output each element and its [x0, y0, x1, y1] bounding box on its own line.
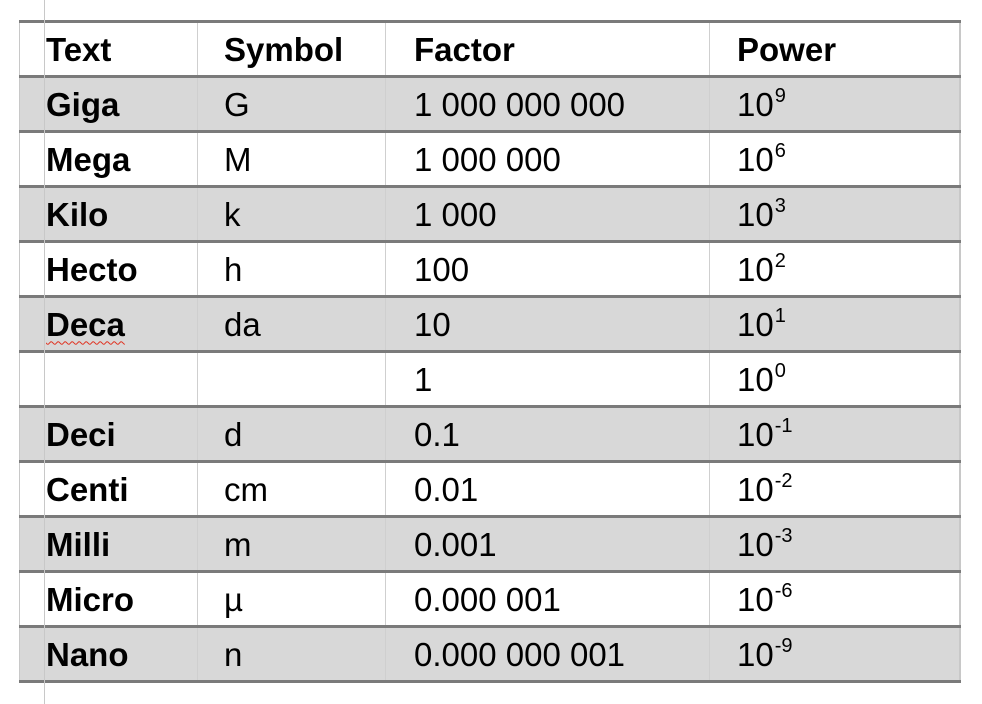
power-exponent: -9	[774, 634, 793, 657]
cell-text[interactable]: Deca	[19, 295, 198, 353]
cell-text[interactable]: Deci	[19, 405, 198, 463]
cell-symbol[interactable]: d	[197, 405, 386, 463]
cell-power[interactable]: 100	[709, 350, 960, 408]
cell-power[interactable]: 10-9	[709, 625, 960, 683]
table-row: Deca da 10 101	[19, 295, 960, 353]
cell-factor[interactable]: 1	[385, 350, 710, 408]
cell-text[interactable]: Micro	[19, 570, 198, 628]
table-row: Hecto h 100 102	[19, 240, 960, 298]
prefix-name: Micro	[46, 580, 135, 618]
cell-symbol[interactable]: cm	[197, 460, 386, 518]
cell-power[interactable]: 109	[709, 75, 960, 133]
header-symbol[interactable]: Symbol	[197, 20, 386, 78]
header-power[interactable]: Power	[709, 20, 960, 78]
power-exponent: -3	[774, 524, 793, 547]
cell-text[interactable]	[19, 350, 198, 408]
sheet-gridline	[44, 0, 45, 704]
power-base: 10	[737, 305, 774, 343]
power-base: 10	[737, 415, 774, 453]
cell-text[interactable]: Kilo	[19, 185, 198, 243]
table-row: Nano n 0.000 000 001 10-9	[19, 625, 960, 683]
cell-text[interactable]: Nano	[19, 625, 198, 683]
cell-power[interactable]: 101	[709, 295, 960, 353]
cell-text[interactable]: Mega	[19, 130, 198, 188]
prefix-name: Giga	[46, 85, 120, 123]
table-row: Mega M 1 000 000 106	[19, 130, 960, 188]
cell-factor[interactable]: 0.01	[385, 460, 710, 518]
table-row: Deci d 0.1 10-1	[19, 405, 960, 463]
power-exponent: 2	[774, 249, 786, 272]
table-row: Centi cm 0.01 10-2	[19, 460, 960, 518]
cell-text[interactable]: Milli	[19, 515, 198, 573]
table-row: 1 100	[19, 350, 960, 408]
prefix-name: Milli	[46, 525, 111, 563]
table-row: Kilo k 1 000 103	[19, 185, 960, 243]
cell-factor[interactable]: 0.000 001	[385, 570, 710, 628]
power-exponent: 9	[774, 84, 786, 107]
power-exponent: -6	[774, 579, 793, 602]
table-row: Milli m 0.001 10-3	[19, 515, 960, 573]
prefix-name: Kilo	[46, 195, 109, 233]
si-prefix-table: Text Symbol Factor Power Giga G 1 000 000 …	[19, 20, 961, 683]
power-exponent: 6	[774, 139, 786, 162]
power-base: 10	[737, 140, 774, 178]
cell-factor[interactable]: 0.1	[385, 405, 710, 463]
cell-symbol[interactable]: m	[197, 515, 386, 573]
power-base: 10	[737, 525, 774, 563]
cell-power[interactable]: 10-2	[709, 460, 960, 518]
power-exponent: -2	[774, 469, 793, 492]
cell-symbol[interactable]: n	[197, 625, 386, 683]
cell-power[interactable]: 10-3	[709, 515, 960, 573]
cell-factor[interactable]: 0.001	[385, 515, 710, 573]
power-base: 10	[737, 635, 774, 673]
cell-power[interactable]: 10-6	[709, 570, 960, 628]
cell-symbol[interactable]: k	[197, 185, 386, 243]
power-exponent: 1	[774, 304, 786, 327]
cell-power[interactable]: 106	[709, 130, 960, 188]
cell-text[interactable]: Hecto	[19, 240, 198, 298]
cell-factor[interactable]: 0.000 000 001	[385, 625, 710, 683]
cell-power[interactable]: 103	[709, 185, 960, 243]
cell-factor[interactable]: 10	[385, 295, 710, 353]
power-exponent: 3	[774, 194, 786, 217]
cell-symbol[interactable]: µ	[197, 570, 386, 628]
cell-symbol[interactable]	[197, 350, 386, 408]
cell-power[interactable]: 10-1	[709, 405, 960, 463]
power-exponent: 0	[774, 359, 786, 382]
power-base: 10	[737, 250, 774, 288]
cell-text[interactable]: Centi	[19, 460, 198, 518]
cell-symbol[interactable]: da	[197, 295, 386, 353]
header-factor[interactable]: Factor	[385, 20, 710, 78]
cell-factor[interactable]: 100	[385, 240, 710, 298]
prefix-name: Mega	[46, 140, 131, 178]
cell-text[interactable]: Giga	[19, 75, 198, 133]
table-row: Micro µ 0.000 001 10-6	[19, 570, 960, 628]
power-exponent: -1	[774, 414, 793, 437]
cell-factor[interactable]: 1 000 000 000	[385, 75, 710, 133]
cell-symbol[interactable]: G	[197, 75, 386, 133]
power-base: 10	[737, 580, 774, 618]
cell-factor[interactable]: 1 000	[385, 185, 710, 243]
power-base: 10	[737, 360, 774, 398]
table-row: Giga G 1 000 000 000 109	[19, 75, 960, 133]
header-text[interactable]: Text	[19, 20, 198, 78]
cell-symbol[interactable]: M	[197, 130, 386, 188]
prefix-name: Centi	[46, 470, 129, 508]
cell-symbol[interactable]: h	[197, 240, 386, 298]
prefix-name: Deci	[46, 415, 116, 453]
header-row: Text Symbol Factor Power	[19, 20, 960, 78]
prefix-name: Hecto	[46, 250, 138, 288]
power-base: 10	[737, 195, 774, 233]
cell-power[interactable]: 102	[709, 240, 960, 298]
power-base: 10	[737, 470, 774, 508]
prefix-name: Nano	[46, 635, 129, 673]
cell-factor[interactable]: 1 000 000	[385, 130, 710, 188]
prefix-name-spell-error: Deca	[46, 305, 125, 343]
power-base: 10	[737, 85, 774, 123]
